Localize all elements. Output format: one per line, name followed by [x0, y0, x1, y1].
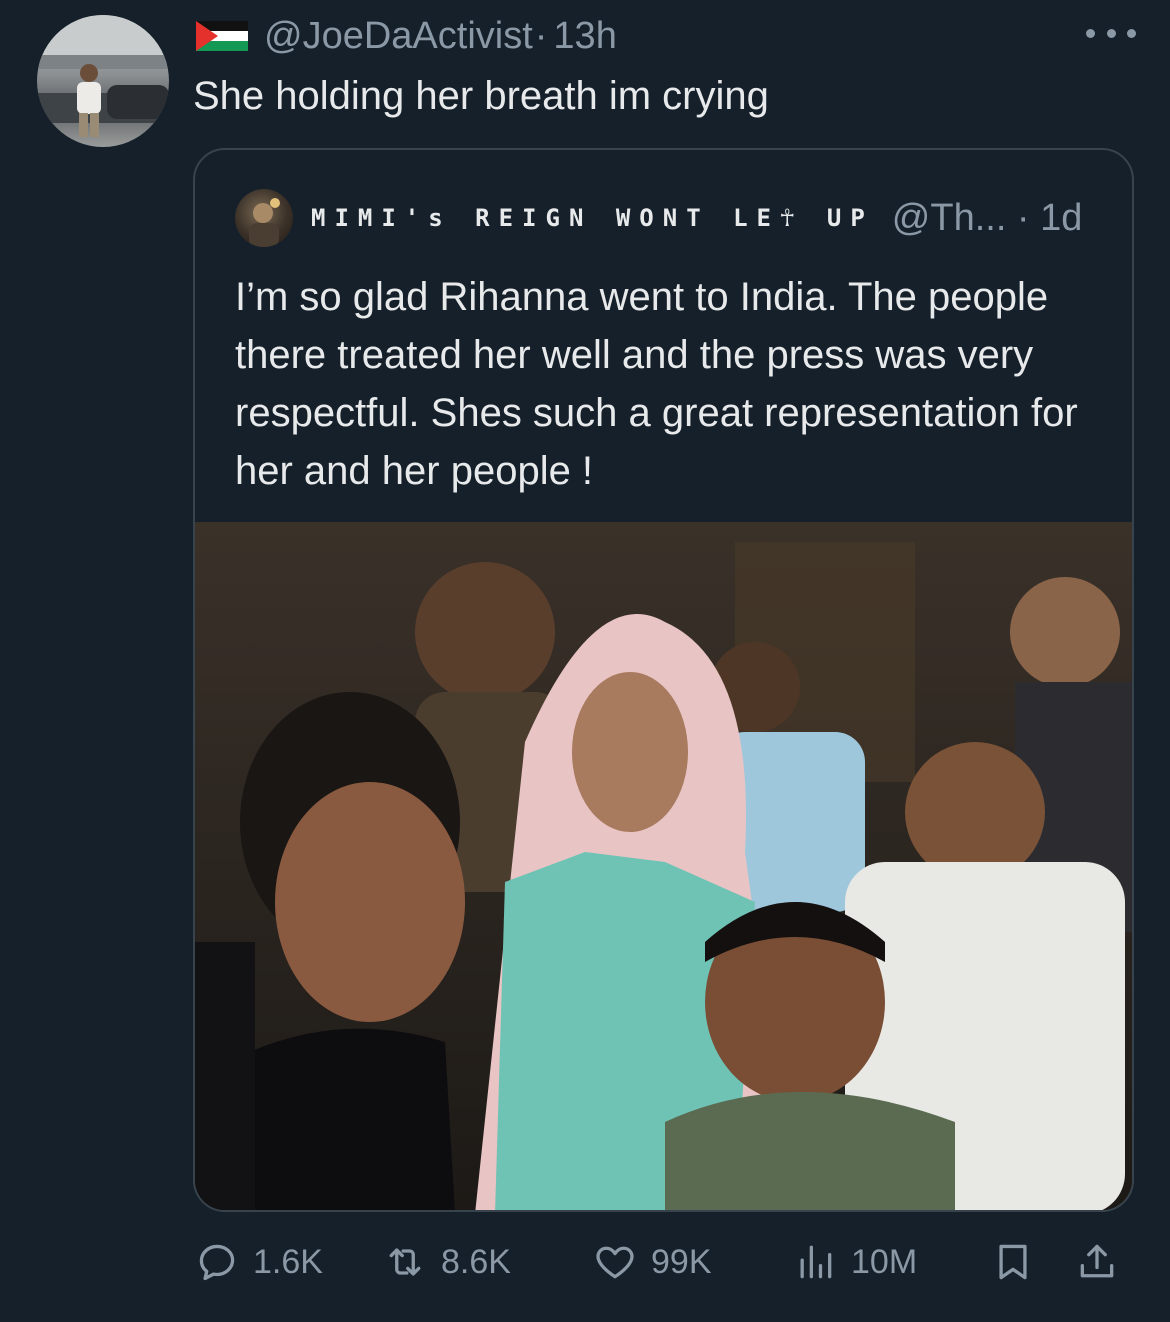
like-button[interactable]: 99K: [593, 1232, 712, 1292]
tweet-time[interactable]: 13h: [553, 15, 616, 58]
reply-count: 1.6K: [253, 1242, 323, 1281]
more-dot: [1106, 28, 1116, 38]
reply-button[interactable]: 1.6K: [195, 1232, 323, 1292]
bookmark-button[interactable]: [991, 1232, 1035, 1292]
like-count: 99K: [651, 1242, 712, 1281]
action-bar: 1.6K 8.6K 99K 10M: [193, 1232, 1134, 1292]
heart-icon: [596, 1246, 634, 1279]
views-button[interactable]: 10M: [793, 1232, 917, 1292]
quoted-tweet-header: MIMI's REIGN WONT LE☥ UP @Th... · 1d: [235, 188, 1082, 248]
share-icon: [1080, 1244, 1114, 1278]
quoted-tweet-photo[interactable]: [195, 522, 1132, 1210]
quoted-handle-time[interactable]: @Th... · 1d: [892, 197, 1083, 240]
quoted-avatar-image: [249, 198, 280, 247]
views-chart-icon: [800, 1245, 832, 1279]
repost-count: 8.6K: [441, 1242, 511, 1281]
photo-image: [195, 522, 1132, 1210]
tweet-header: @JoeDaActivist · 13h: [196, 12, 617, 60]
views-count: 10M: [851, 1242, 918, 1281]
repost-icon: [389, 1248, 421, 1276]
tweet-text: She holding her breath im crying: [193, 74, 769, 118]
reply-icon: [199, 1244, 235, 1281]
quoted-tweet[interactable]: MIMI's REIGN WONT LE☥ UP @Th... · 1d I’m…: [193, 148, 1134, 1212]
more-dot: [1127, 28, 1136, 38]
palestine-flag-icon: [196, 21, 248, 51]
bookmark-icon: [999, 1244, 1027, 1280]
author-avatar[interactable]: [37, 15, 169, 147]
tweet: @JoeDaActivist · 13h She holding her bre…: [0, 0, 1170, 1322]
header-separator: ·: [534, 14, 548, 57]
share-button[interactable]: [1075, 1232, 1119, 1292]
quoted-display-name[interactable]: MIMI's REIGN WONT LE☥ UP: [311, 204, 874, 232]
repost-button[interactable]: 8.6K: [383, 1232, 511, 1292]
author-handle[interactable]: @JoeDaActivist: [264, 15, 533, 58]
more-dots-icon[interactable]: [1086, 18, 1136, 48]
quoted-author-avatar[interactable]: [235, 189, 293, 247]
more-dot: [1086, 28, 1095, 38]
author-avatar-image: [37, 15, 169, 137]
quoted-tweet-text: I’m so glad Rihanna went to India. The p…: [235, 275, 1078, 493]
